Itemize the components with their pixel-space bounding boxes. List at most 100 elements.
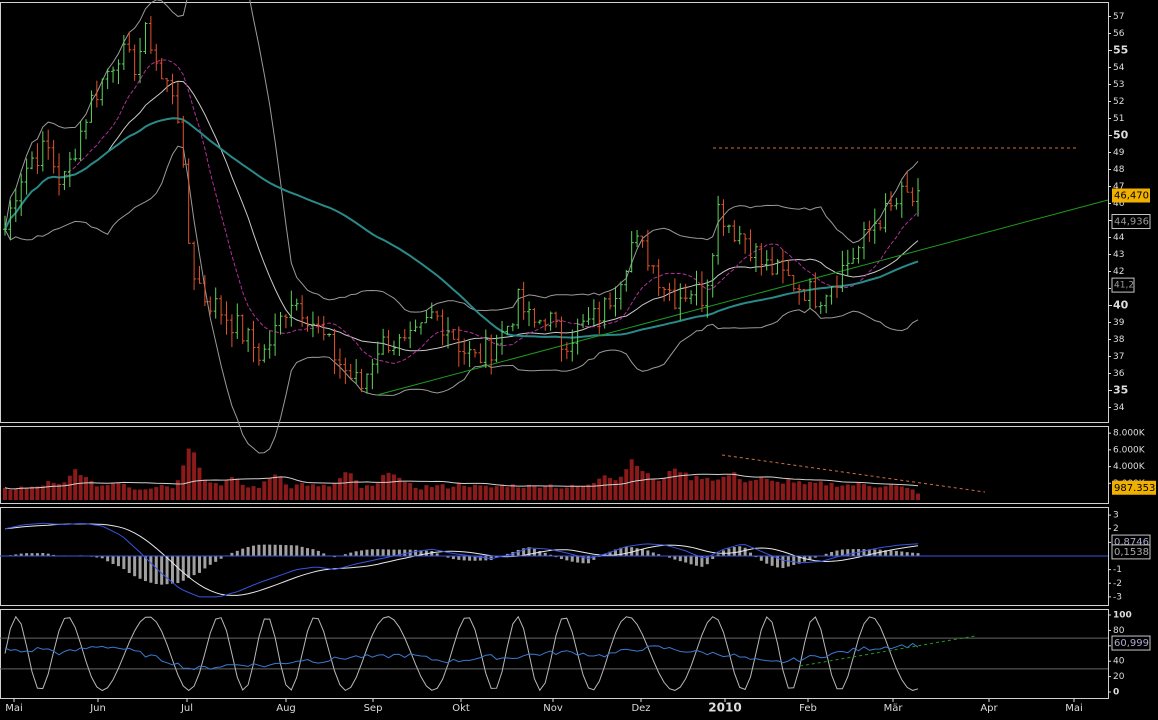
oscillator-value-label: 60,999 <box>1114 638 1149 649</box>
price-bar <box>808 278 812 309</box>
volume-bar <box>500 484 504 500</box>
volume-bar <box>603 475 607 500</box>
volume-bar <box>651 479 655 500</box>
price-bar <box>570 330 574 362</box>
price-tick-label: 56 <box>1113 29 1125 39</box>
price-bar <box>597 302 601 335</box>
price-bar <box>765 250 769 270</box>
volume-bar <box>381 475 385 500</box>
price-bar <box>408 321 412 348</box>
panel-frames <box>1 3 1109 699</box>
price-bar <box>516 289 520 329</box>
volume-bar <box>100 485 104 500</box>
macd-tick-label: -2 <box>1113 579 1122 589</box>
macd-histogram-bar <box>171 556 174 584</box>
price-bar <box>241 314 245 344</box>
macd-histogram-bar <box>744 548 747 556</box>
volume-bar <box>624 469 628 500</box>
volume-bar <box>89 481 93 500</box>
stock-chart[interactable]: 3540455055343637383941424344464748495152… <box>0 0 1158 716</box>
volume-tick-label: 6.000K <box>1113 445 1146 455</box>
price-bar <box>52 140 56 173</box>
volume-bar <box>52 483 56 500</box>
price-bar <box>911 187 915 206</box>
volume-bar <box>300 483 304 500</box>
price-bar <box>522 282 526 320</box>
price-bar <box>857 246 861 264</box>
price-bar <box>327 333 331 337</box>
volume-bar <box>830 483 834 500</box>
volume-bar <box>586 485 590 500</box>
macd-histogram-bar <box>636 548 639 556</box>
price-bar <box>468 341 472 367</box>
x-tick-label: Mai <box>1065 703 1083 714</box>
volume-panel[interactable] <box>3 449 985 500</box>
volume-bar <box>224 481 228 500</box>
panel-frame-price <box>1 3 1109 423</box>
price-bar <box>732 220 736 242</box>
volume-bar <box>532 486 536 500</box>
volume-bar <box>473 485 477 500</box>
macd-histogram-bar <box>733 547 736 556</box>
macd-histogram-bar <box>695 556 698 566</box>
price-bar <box>824 295 828 314</box>
volume-bar <box>154 487 158 500</box>
macd-histogram-bar <box>392 550 395 556</box>
volume-bar <box>495 486 499 500</box>
volume-bar <box>84 477 88 500</box>
volume-bar <box>451 487 455 500</box>
macd-panel[interactable] <box>0 523 1108 597</box>
macd-histogram-bar <box>257 545 260 556</box>
price-bar <box>527 301 531 326</box>
price-bar <box>133 45 137 81</box>
volume-tick-label: 8.000K <box>1113 429 1146 439</box>
oscillator-panel[interactable] <box>0 617 1108 691</box>
volume-bar <box>284 484 288 500</box>
price-bar <box>279 312 283 335</box>
macd-histogram-bar <box>274 545 277 556</box>
macd-histogram-bar <box>906 552 909 556</box>
volume-bar <box>862 484 866 500</box>
macd-tick-label: 2 <box>1113 524 1119 534</box>
volume-bar <box>122 484 126 500</box>
price-bar <box>851 248 855 264</box>
price-panel[interactable] <box>3 0 1108 453</box>
price-bar <box>100 78 104 105</box>
volume-bar <box>646 473 650 500</box>
price-bar <box>635 230 639 247</box>
price-bar <box>14 189 18 222</box>
x-tick-label: Mai <box>5 703 23 714</box>
price-tick-label: 40 <box>1113 299 1129 312</box>
volume-bar <box>111 484 115 500</box>
volume-bar <box>333 483 337 500</box>
volume-bar <box>133 490 137 500</box>
price-bar <box>333 329 337 374</box>
price-bar <box>846 250 850 276</box>
price-bar <box>646 230 650 271</box>
volume-bar <box>419 489 423 500</box>
macd-histogram-bar <box>900 551 903 556</box>
price-bar <box>68 152 72 187</box>
price-bar <box>695 271 699 306</box>
volume-bar <box>160 485 164 500</box>
macd-histogram-bar <box>247 547 250 556</box>
macd-histogram-bar <box>112 556 115 564</box>
macd-histogram-bar <box>376 549 379 556</box>
volume-bar <box>392 475 396 500</box>
volume-bar <box>95 486 99 500</box>
macd-tick-label: -3 <box>1113 592 1122 602</box>
price-bar <box>289 291 293 327</box>
volume-bar <box>230 477 234 500</box>
macd-histogram-bar <box>430 551 433 556</box>
volume-bar <box>360 488 364 500</box>
oscillator-tick-label: 0 <box>1113 688 1119 698</box>
volume-bar <box>819 481 823 500</box>
volume-bar <box>824 485 828 500</box>
bollinger-lower <box>5 146 918 453</box>
macd-histogram-bar <box>571 556 574 562</box>
macd-histogram-bar <box>749 553 752 556</box>
price-bar <box>776 259 780 274</box>
sma-label: 44,936 <box>1114 217 1149 228</box>
macd-histogram-bar <box>203 556 206 568</box>
volume-bar <box>214 483 218 500</box>
